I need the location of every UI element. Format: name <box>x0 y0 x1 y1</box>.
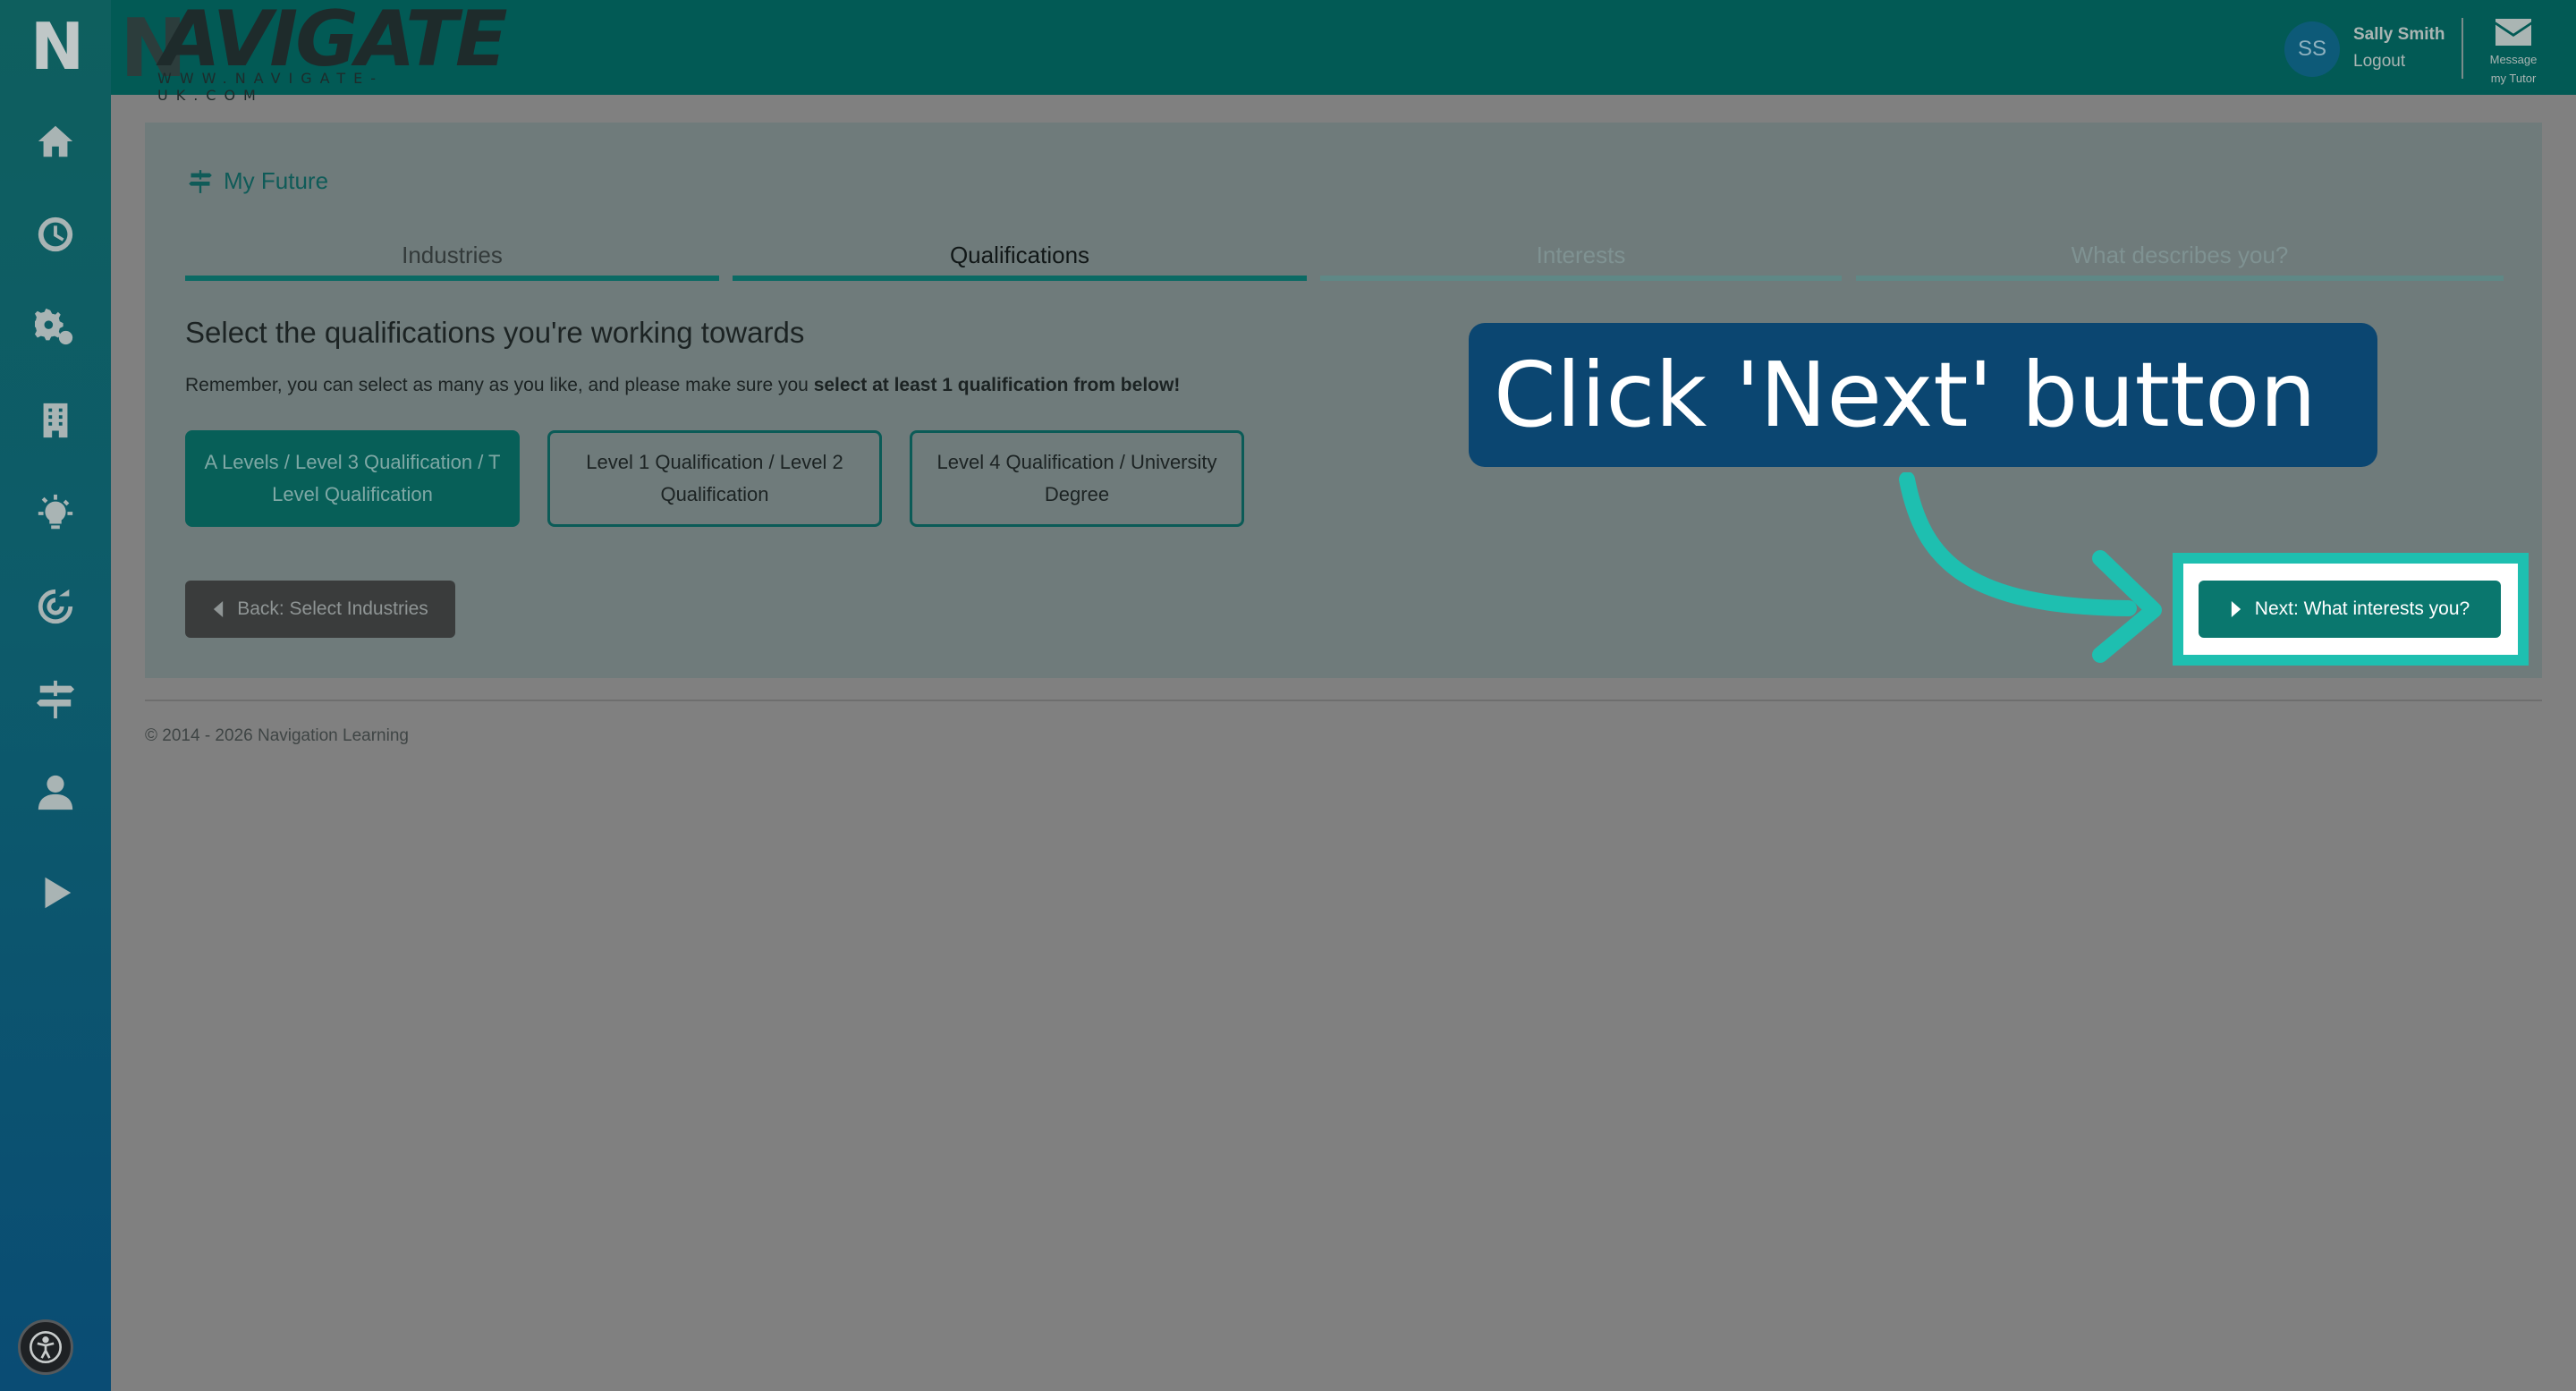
top-header: N AVIGATE WWW.NAVIGATE-UK.COM SS Sally S… <box>111 0 2576 104</box>
lightbulb-icon[interactable] <box>20 478 91 549</box>
step-bar <box>1856 276 2504 281</box>
step-qualifications[interactable]: Qualifications <box>733 242 1307 281</box>
step-industries[interactable]: Industries <box>185 242 719 281</box>
user-icon[interactable] <box>20 757 91 828</box>
signpost-icon[interactable] <box>20 664 91 735</box>
option-label: Level 1 Qualification / Level 2 Qualific… <box>586 451 843 505</box>
header-divider <box>2462 18 2463 79</box>
step-bar <box>1320 276 1842 281</box>
pointer-arrow-icon <box>1899 472 2162 663</box>
step-interests[interactable]: Interests <box>1320 242 1842 281</box>
building-icon[interactable] <box>20 385 91 456</box>
user-name: Sally Smith <box>2353 25 2445 44</box>
page-description: Remember, you can select as many as you … <box>185 375 1180 396</box>
home-icon[interactable] <box>20 106 91 177</box>
envelope-icon <box>2496 19 2531 46</box>
step-label: Qualifications <box>949 242 1090 268</box>
message-label-line2: my Tutor <box>2490 72 2537 85</box>
message-tutor-button[interactable]: Message my Tutor <box>2477 14 2550 89</box>
back-button[interactable]: Back: Select Industries <box>185 581 455 638</box>
target-icon[interactable] <box>20 571 91 642</box>
message-label-line1: Message <box>2489 53 2538 66</box>
logout-link[interactable]: Logout <box>2353 52 2405 72</box>
footer-divider <box>145 700 2542 701</box>
next-button-label: Next: What interests you? <box>2254 598 2470 619</box>
footer-copyright: © 2014 - 2026 Navigation Learning <box>145 726 409 745</box>
brand-logo[interactable]: N AVIGATE WWW.NAVIGATE-UK.COM <box>111 0 508 104</box>
description-text: Remember, you can select as many as you … <box>185 375 814 395</box>
option-level-4-university[interactable]: Level 4 Qualification / University Degre… <box>910 430 1244 527</box>
step-label: What describes you? <box>2071 242 2289 268</box>
caret-left-icon <box>214 601 224 617</box>
step-what-describes-you[interactable]: What describes you? <box>1856 242 2504 281</box>
option-a-levels-level-3[interactable]: A Levels / Level 3 Qualification / T Lev… <box>185 430 520 527</box>
app-logo[interactable]: N <box>27 13 84 81</box>
option-label: Level 4 Qualification / University Degre… <box>936 451 1217 505</box>
gears-icon[interactable] <box>20 292 91 363</box>
sidebar: N <box>0 0 111 1391</box>
avatar[interactable]: SS <box>2284 21 2340 77</box>
step-bar <box>733 276 1307 281</box>
caret-right-icon <box>2231 601 2241 617</box>
clock-icon[interactable] <box>20 199 91 270</box>
signpost-icon <box>189 169 212 193</box>
play-icon[interactable] <box>20 857 91 929</box>
next-button[interactable]: Next: What interests you? <box>2199 581 2501 638</box>
page-title: Select the qualifications you're working… <box>185 316 805 349</box>
accessibility-icon[interactable] <box>18 1319 73 1375</box>
back-button-label: Back: Select Industries <box>237 598 428 619</box>
description-emphasis: select at least 1 qualification from bel… <box>813 375 1181 395</box>
step-label: Interests <box>1536 242 1626 268</box>
step-bar <box>185 276 719 281</box>
brand-tagline: WWW.NAVIGATE-UK.COM <box>157 70 385 104</box>
option-level-1-level-2[interactable]: Level 1 Qualification / Level 2 Qualific… <box>547 430 882 527</box>
progress-steps: Industries Qualifications Interests What… <box>185 242 2504 281</box>
tutorial-callout: Click 'Next' button <box>1469 323 2377 467</box>
step-label: Industries <box>402 242 503 268</box>
option-label: A Levels / Level 3 Qualification / T Lev… <box>204 451 501 505</box>
breadcrumb: My Future <box>188 167 328 195</box>
breadcrumb-label: My Future <box>224 167 329 194</box>
